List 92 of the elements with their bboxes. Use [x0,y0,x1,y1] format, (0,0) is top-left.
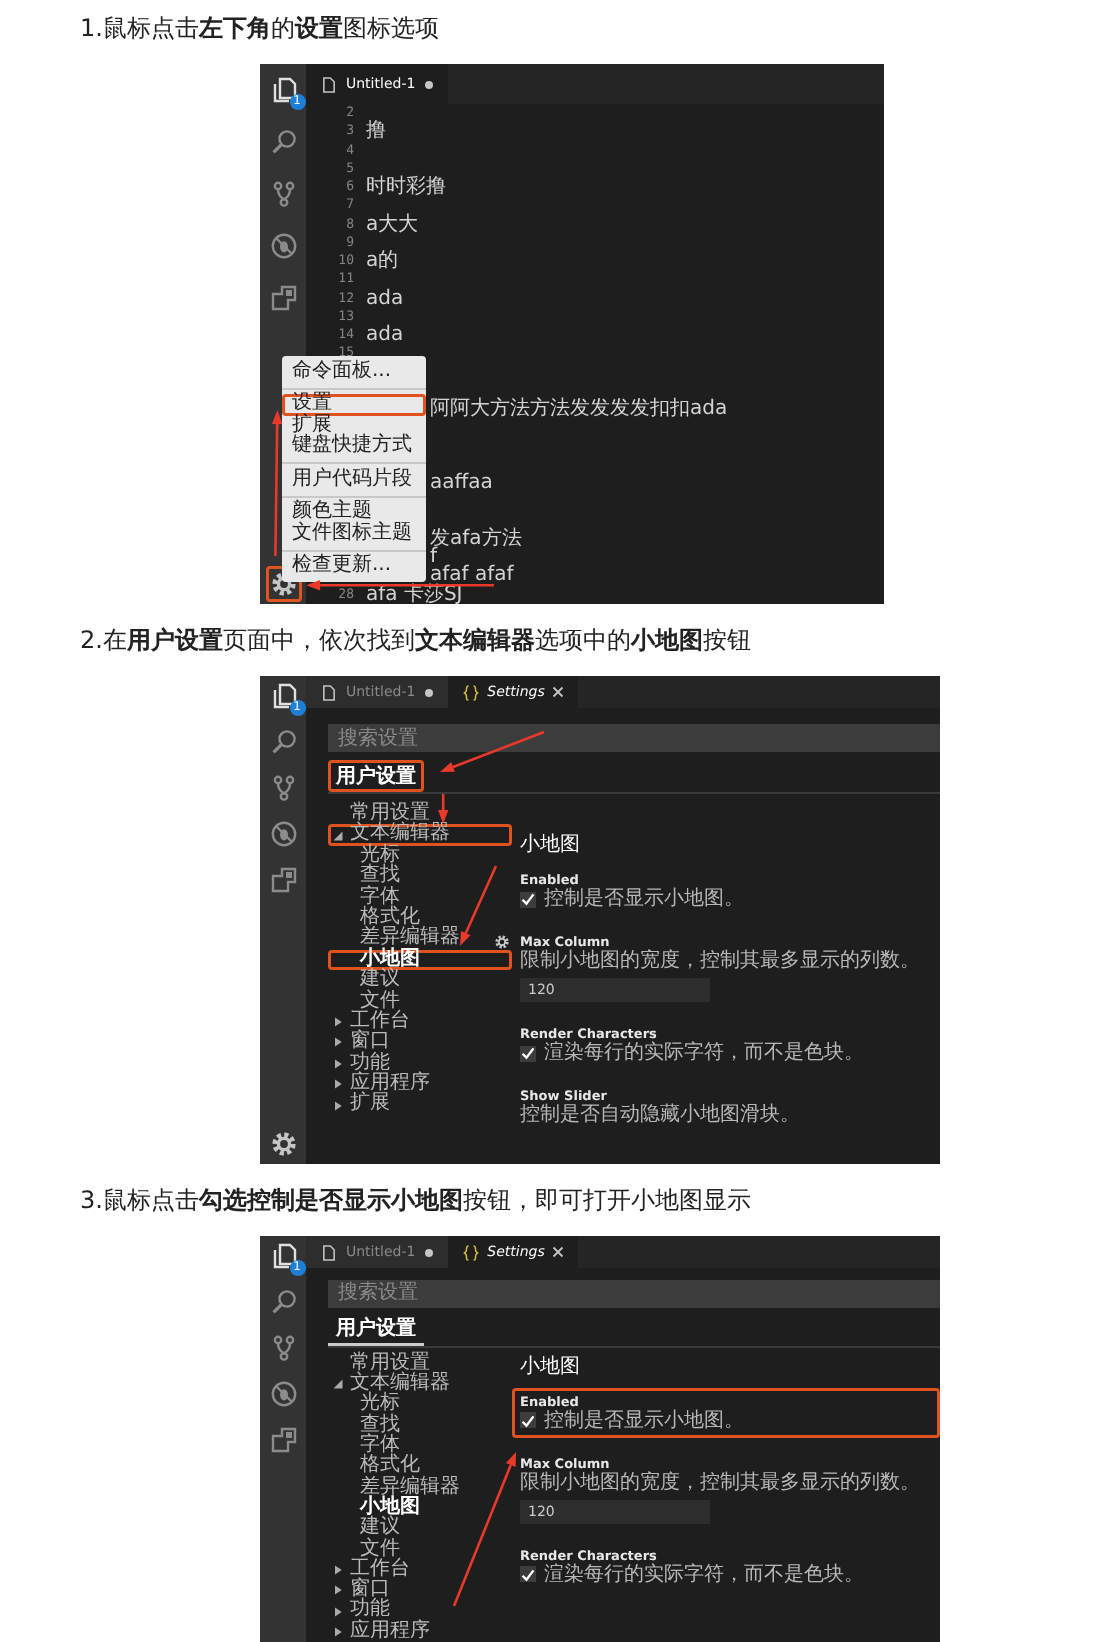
extensions-icon[interactable] [269,866,297,894]
tree-item[interactable]: 光标 [328,1394,512,1416]
menu-item[interactable]: 颜色主题 [282,502,426,523]
menu-item[interactable]: 键盘快捷方式 [282,436,426,457]
search-icon[interactable] [269,128,297,156]
tree-item[interactable]: 建议 [328,1518,512,1540]
checkbox[interactable] [520,891,536,907]
braces-icon [461,683,480,701]
search-field[interactable]: 搜索设置 [328,1280,940,1308]
file-icon [320,1243,338,1261]
branch-icon[interactable] [269,1334,297,1362]
debug-icon[interactable] [269,820,297,848]
files-icon[interactable] [269,76,297,104]
setting-description: 限制小地图的宽度，控制其最多显示的列数。 [520,1471,922,1494]
close-icon[interactable] [552,1246,565,1258]
tree-item[interactable]: 扩展 [328,1094,512,1116]
menu-item[interactable]: 设置 [282,394,426,415]
caret-icon[interactable] [332,1057,344,1070]
setting-description: 控制是否显示小地图。 [544,888,744,910]
caret-icon[interactable] [332,1378,344,1391]
setting-description: 渲染每行的实际字符，而不是色块。 [544,1042,864,1064]
debug-icon[interactable] [269,232,297,260]
section-title: 小地图 [518,832,582,860]
annotation-arrow [460,865,498,946]
checkbox[interactable] [520,1566,536,1583]
tree-item[interactable]: 字体 [328,887,512,908]
annotation-arrow [438,794,450,824]
code-text: ada [366,289,404,308]
code-text: a大大 [366,215,419,234]
caret-icon[interactable] [332,1099,344,1112]
caret-icon[interactable] [332,1563,344,1576]
menu-item[interactable]: 扩展 [282,415,426,436]
gear-icon[interactable] [494,934,510,950]
menu-item[interactable]: 命令面板... [282,361,426,382]
menu-item[interactable]: 文件图标主题 [282,523,426,544]
tree-item[interactable]: 建议 [328,970,512,992]
tree-item[interactable]: 差异编辑器 [328,928,512,950]
branch-icon[interactable] [269,774,297,802]
code-text: afaf afaf [430,566,514,585]
checkbox[interactable] [520,1412,536,1429]
caret-icon[interactable] [332,1078,344,1091]
tree-item[interactable]: 格式化 [328,1456,512,1478]
tree-item[interactable]: 差异编辑器 [328,1477,512,1498]
caret-icon[interactable] [332,1584,344,1597]
code-text: 时时彩撸 [366,178,446,197]
scope-tab[interactable]: 用户设置 [328,1313,424,1346]
menu-item[interactable]: 检查更新... [282,556,426,577]
code-text: a的 [366,252,399,271]
caret-icon[interactable] [332,829,344,842]
tree-item[interactable]: 文件 [328,991,512,1012]
code-text: aaffaa [430,474,493,493]
setting-description: 限制小地图的宽度，控制其最多显示的列数。 [520,950,922,972]
setting-description: 控制是否显示小地图。 [544,1409,744,1432]
caret-icon[interactable] [332,1016,344,1029]
search-field[interactable]: 搜索设置 [328,724,940,752]
file-icon [320,683,338,701]
scope-tab[interactable]: 用户设置 [328,760,424,792]
debug-icon[interactable] [269,1380,297,1408]
tree-item[interactable]: 窗口 [328,1032,512,1054]
extensions-icon[interactable] [269,1426,297,1454]
code-text: ada [366,326,404,345]
setting-description: 控制是否自动隐藏小地图滑块。 [520,1104,802,1126]
caret-icon[interactable] [332,1605,344,1618]
files-icon[interactable] [269,1242,297,1270]
setting-description: 渲染每行的实际字符，而不是色块。 [544,1563,864,1586]
search-icon[interactable] [269,728,297,756]
tree-item[interactable]: 文件 [328,1539,512,1560]
code-text: 阿阿大方法方法发发发发扣扣ada [430,400,728,419]
tree-item[interactable]: 功能 [328,1600,512,1622]
branch-icon[interactable] [269,180,297,208]
annotation-arrow [440,730,545,772]
close-icon[interactable] [552,686,565,698]
tree-item[interactable]: 窗口 [328,1580,512,1601]
caret-icon[interactable] [332,1036,344,1049]
instruction-text: 3.鼠标点击勾选控制是否显示小地图按钮，即可打开小地图显示 [80,1184,753,1218]
tree-item[interactable]: 文本编辑器 [328,824,512,846]
checkbox[interactable] [520,1045,536,1061]
files-icon[interactable] [269,682,297,710]
tree-item[interactable]: 查找 [328,866,512,888]
braces-icon [461,1243,480,1261]
caret-icon[interactable] [332,1625,344,1638]
section-title: 小地图 [518,1353,582,1382]
menu-item[interactable]: 用户代码片段 [282,469,426,490]
extensions-icon[interactable] [269,284,297,312]
code-text: 发afa方法 [430,529,522,548]
tree-item[interactable]: 应用程序 [328,1621,512,1642]
instruction-text: 2.在用户设置页面中，依次找到文本编辑器选项中的小地图按钮 [80,624,753,658]
file-icon [320,75,338,93]
search-icon[interactable] [269,1288,297,1316]
code-text: 撸 [366,122,386,141]
code-text: f [430,548,438,567]
instruction-text: 1.鼠标点击左下角的设置图标选项 [80,12,441,46]
